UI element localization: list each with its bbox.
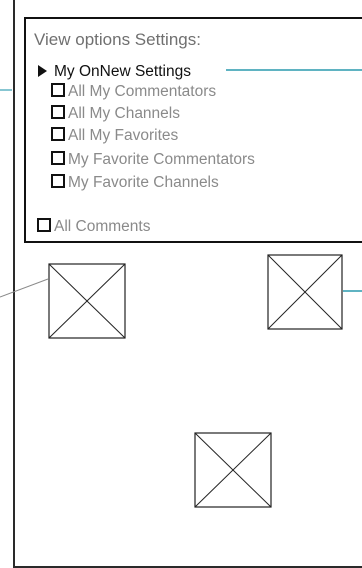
option-all-comments[interactable]: All Comments bbox=[37, 217, 150, 237]
image-placeholder-1 bbox=[48, 263, 126, 339]
option-all-my-favorites[interactable]: All My Favorites bbox=[51, 126, 178, 146]
option-label: All My Commentators bbox=[68, 83, 217, 100]
option-all-my-channels[interactable]: All My Channels bbox=[51, 104, 180, 124]
option-label: All Comments bbox=[54, 218, 151, 235]
option-label: My OnNew Settings bbox=[54, 63, 191, 80]
checkbox-icon[interactable] bbox=[51, 127, 65, 141]
option-my-favorite-commentators[interactable]: My Favorite Commentators bbox=[51, 150, 255, 170]
checkbox-icon[interactable] bbox=[51, 151, 65, 165]
checkbox-icon[interactable] bbox=[51, 105, 65, 119]
image-placeholder-3 bbox=[194, 432, 272, 508]
image-placeholder-2 bbox=[267, 254, 343, 330]
option-my-favorite-channels[interactable]: My Favorite Channels bbox=[51, 173, 219, 193]
option-label: My Favorite Channels bbox=[68, 174, 219, 191]
option-my-onnew-settings[interactable]: My OnNew Settings bbox=[38, 62, 191, 82]
triangle-right-icon bbox=[38, 65, 47, 77]
option-label: All My Channels bbox=[68, 105, 180, 122]
panel-title: View options Settings: bbox=[34, 30, 201, 49]
option-label: All My Favorites bbox=[68, 127, 179, 144]
checkbox-icon[interactable] bbox=[51, 83, 65, 97]
checkbox-icon[interactable] bbox=[37, 218, 51, 232]
option-all-my-commentators[interactable]: All My Commentators bbox=[51, 82, 216, 102]
checkbox-icon[interactable] bbox=[51, 174, 65, 188]
option-label: My Favorite Commentators bbox=[68, 151, 255, 168]
